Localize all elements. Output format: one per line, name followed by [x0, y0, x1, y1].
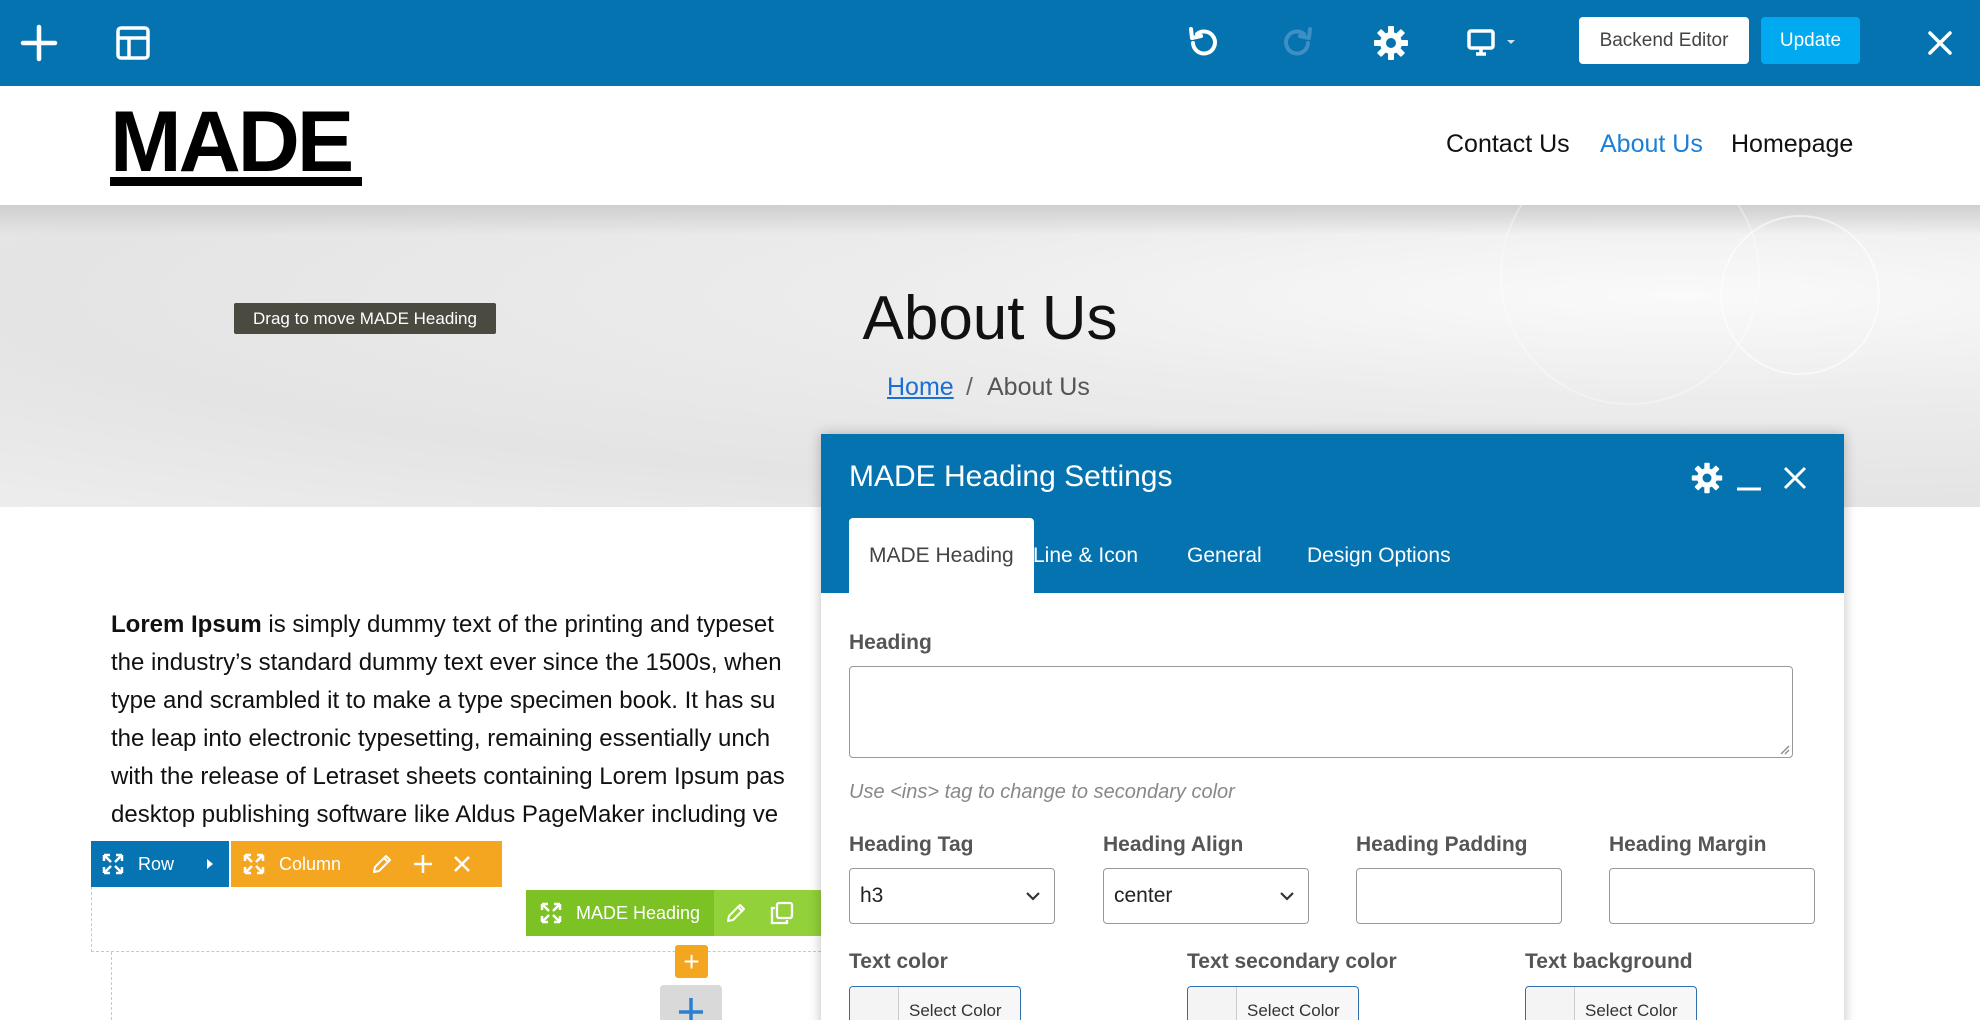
- edit-element-pencil-icon[interactable]: [725, 902, 747, 924]
- select-color-label: Select Color: [909, 1001, 1002, 1020]
- nav-contact-us[interactable]: Contact Us: [1446, 130, 1570, 159]
- move-column-icon[interactable]: [243, 853, 265, 875]
- logo-underline: [110, 177, 362, 186]
- templates-icon[interactable]: [108, 18, 158, 68]
- row-expand-icon[interactable]: [206, 858, 214, 870]
- text-background-label: Text background: [1525, 950, 1693, 973]
- heading-hint: Use <ins> tag to change to secondary col…: [849, 781, 1235, 803]
- chevron-down-icon: [1026, 892, 1040, 901]
- edit-column-pencil-icon[interactable]: [371, 853, 393, 875]
- breadcrumb-home-link[interactable]: Home: [887, 373, 954, 402]
- column-outline: [111, 952, 831, 1020]
- heading-align-label: Heading Align: [1103, 833, 1244, 856]
- add-element-icon[interactable]: [14, 18, 64, 68]
- minimize-icon[interactable]: [1729, 458, 1769, 498]
- backend-editor-button[interactable]: Backend Editor: [1579, 17, 1749, 64]
- select-color-label: Select Color: [1585, 1001, 1678, 1020]
- element-actions: [714, 890, 826, 936]
- modal-header: MADE Heading Settings MADE Heading Line …: [821, 434, 1844, 593]
- breadcrumb-current: About Us: [987, 373, 1090, 401]
- element-label: MADE Heading: [576, 902, 701, 923]
- delete-column-close-icon[interactable]: [452, 854, 472, 874]
- paragraph-line: the industry’s standard dummy text ever …: [111, 649, 782, 676]
- settings-modal: MADE Heading Settings MADE Heading Line …: [821, 434, 1844, 1020]
- move-element-icon[interactable]: [540, 902, 562, 924]
- add-to-column-plus-icon[interactable]: [412, 853, 434, 875]
- paragraph-line: type and scrambled it to make a type spe…: [111, 687, 776, 714]
- text-color-label: Text color: [849, 950, 948, 973]
- redo-icon[interactable]: [1273, 18, 1323, 68]
- tab-made-heading[interactable]: MADE Heading: [849, 518, 1034, 593]
- column-label: Column: [279, 853, 342, 874]
- update-button[interactable]: Update: [1761, 17, 1860, 64]
- heading-padding-label: Heading Padding: [1356, 833, 1528, 856]
- undo-icon[interactable]: [1178, 18, 1228, 68]
- close-editor-icon[interactable]: [1915, 18, 1965, 68]
- heading-tag-select[interactable]: h3: [849, 868, 1055, 924]
- color-swatch: [1526, 987, 1575, 1020]
- color-swatch: [850, 987, 899, 1020]
- site-logo[interactable]: MADE: [110, 94, 362, 190]
- settings-gear-icon[interactable]: [1366, 18, 1416, 68]
- paragraph-line: desktop publishing software like Aldus P…: [111, 801, 779, 828]
- editor-toolbar: Backend Editor Update: [0, 0, 1980, 86]
- text-background-picker[interactable]: Select Color: [1525, 986, 1697, 1020]
- select-color-label: Select Color: [1247, 1001, 1340, 1020]
- element-controls[interactable]: MADE Heading: [526, 890, 826, 936]
- chevron-down-icon: [1280, 892, 1294, 901]
- heading-align-select[interactable]: center: [1103, 868, 1309, 924]
- paragraph-line: Lorem Ipsum is simply dummy text of the …: [111, 611, 774, 638]
- text-secondary-color-label: Text secondary color: [1187, 950, 1397, 973]
- breadcrumb-separator: /: [966, 373, 973, 401]
- add-new-element-button[interactable]: [660, 985, 722, 1020]
- responsive-view-icon[interactable]: [1462, 18, 1522, 68]
- tab-line-icon[interactable]: Line & Icon: [1013, 518, 1158, 593]
- resize-handle-icon[interactable]: [1778, 743, 1790, 755]
- nav-homepage[interactable]: Homepage: [1731, 130, 1853, 159]
- column-controls[interactable]: Column: [231, 841, 502, 887]
- modal-settings-gear-icon[interactable]: [1687, 458, 1727, 498]
- move-row-icon[interactable]: [102, 853, 124, 875]
- color-swatch: [1188, 987, 1237, 1020]
- site-header: MADE Contact Us About Us Homepage: [0, 86, 1980, 205]
- modal-title: MADE Heading Settings: [849, 460, 1173, 493]
- heading-margin-label: Heading Margin: [1609, 833, 1767, 856]
- text-color-picker[interactable]: Select Color: [849, 986, 1021, 1020]
- paragraph-line: with the release of Letraset sheets cont…: [111, 763, 785, 790]
- row-label: Row: [138, 853, 175, 874]
- heading-padding-input[interactable]: [1356, 868, 1562, 924]
- nav-about-us[interactable]: About Us: [1600, 130, 1703, 159]
- text-secondary-color-picker[interactable]: Select Color: [1187, 986, 1359, 1020]
- body-paragraph: Lorem Ipsum is simply dummy text of the …: [111, 606, 851, 834]
- heading-label: Heading: [849, 631, 932, 654]
- tab-design-options[interactable]: Design Options: [1287, 518, 1471, 593]
- heading-tag-label: Heading Tag: [849, 833, 974, 856]
- logo-text: MADE: [110, 94, 354, 190]
- heading-margin-input[interactable]: [1609, 868, 1815, 924]
- tab-general[interactable]: General: [1167, 518, 1282, 593]
- modal-close-icon[interactable]: [1775, 458, 1815, 498]
- paragraph-line: the leap into electronic typesetting, re…: [111, 725, 771, 752]
- add-element-plus-icon[interactable]: +: [675, 945, 708, 978]
- bold-lead: Lorem Ipsum: [111, 611, 262, 638]
- drag-tooltip: Drag to move MADE Heading: [234, 303, 496, 334]
- heading-textarea[interactable]: [849, 666, 1793, 758]
- clone-element-icon[interactable]: [770, 901, 794, 925]
- row-controls[interactable]: Row: [91, 841, 229, 887]
